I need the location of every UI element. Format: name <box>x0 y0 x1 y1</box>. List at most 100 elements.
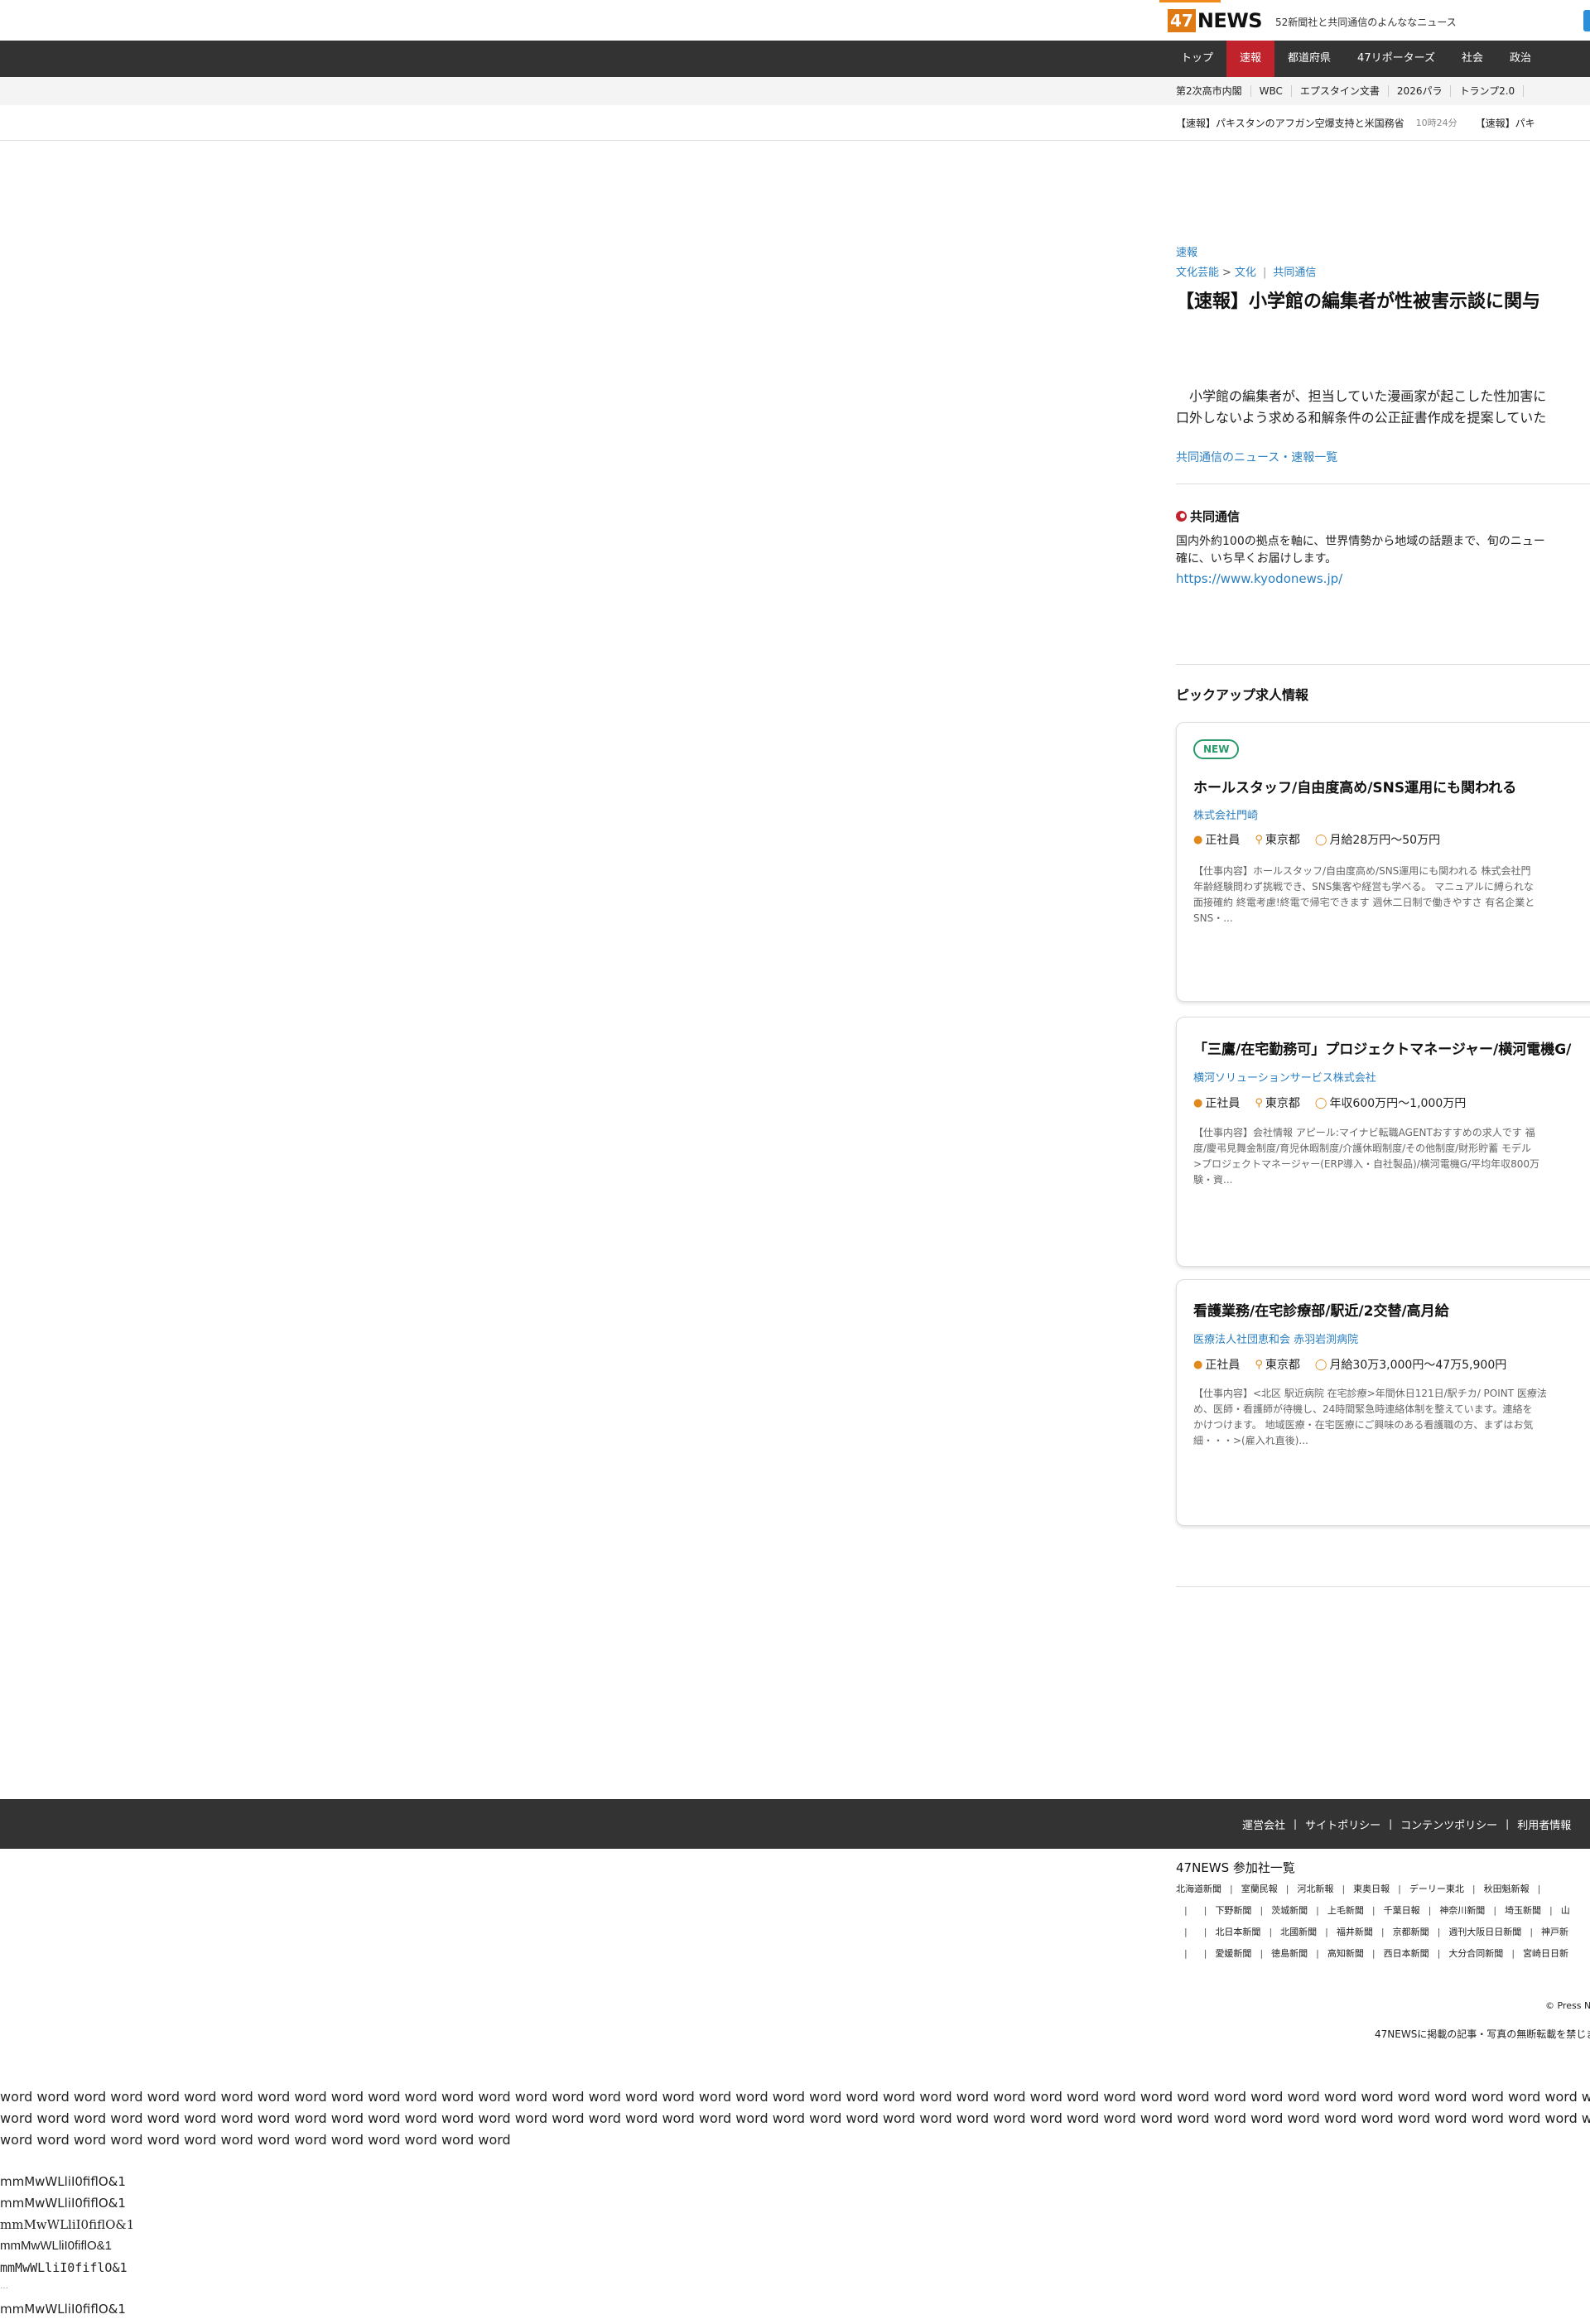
job-title[interactable]: 「三鷹/在宅勤務可」プロジェクトマネージャー/横河電機G/ <box>1193 1037 1571 1058</box>
paper-link[interactable]: 高知新聞 <box>1327 1948 1364 1959</box>
paper-link[interactable]: 室蘭民報 <box>1241 1884 1278 1894</box>
paper-link[interactable]: 北國新聞 <box>1280 1927 1317 1937</box>
job-card[interactable]: NEW ホールスタッフ/自由度高め/SNS運用にも関われる 株式会社門崎 ● 正社… <box>1176 722 1590 1002</box>
paper-link[interactable]: 下野新聞 <box>1215 1905 1251 1916</box>
topic-link[interactable]: WBC <box>1251 85 1292 97</box>
paper-link[interactable]: 東奥日報 <box>1353 1884 1390 1894</box>
glyph-sample: mmMwWLliI0fiflO&1 <box>0 2217 135 2232</box>
nav-item-prefectures[interactable]: 都道府県 <box>1274 41 1344 77</box>
papers-separator: | <box>1371 1948 1376 1959</box>
papers-separator: | <box>1493 1905 1497 1916</box>
kyodo-news-list-link[interactable]: 共同通信のニュース・速報一覧 <box>1176 449 1590 465</box>
main-nav: トップ 速報 都道府県 47リポーターズ 社会 政治 <box>0 41 1590 77</box>
paper-link[interactable]: 神奈川新聞 <box>1439 1905 1485 1916</box>
papers-separator: | <box>1549 1905 1553 1916</box>
job-salary: 月給28万円〜50万円 <box>1329 834 1441 847</box>
job-salary: 年収600万円〜1,000万円 <box>1329 1097 1467 1110</box>
papers-separator: | <box>1437 1948 1441 1959</box>
papers-list-title: 47NEWS 参加社一覧 <box>1176 1860 1295 1875</box>
article-source-link[interactable]: 共同通信 <box>1273 267 1316 279</box>
breadcrumb-item[interactable]: 文化 <box>1235 267 1256 279</box>
ticker-headline[interactable]: 【速報】パキ <box>1476 116 1535 130</box>
job-type: 正社員 <box>1205 834 1241 847</box>
job-type: 正社員 <box>1205 1097 1241 1110</box>
article-headline: 【速報】小学館の編集者が性被害示談に関与 <box>1176 291 1541 312</box>
divider <box>1176 1586 1590 1587</box>
nav-item-top[interactable]: トップ <box>1168 41 1226 77</box>
news-ticker: 【速報】パキスタンのアフガン空爆支持と米国務省 10時24分 【速報】パキ <box>0 105 1590 141</box>
papers-separator: | <box>1184 1927 1188 1937</box>
topic-link[interactable]: 2026パラ <box>1389 85 1452 97</box>
logo-text: NEWS <box>1197 9 1263 32</box>
glyph-sample: mmMwWLliI0fiflO&1 <box>0 2260 128 2275</box>
breadcrumb-item[interactable]: 文化芸能 <box>1176 267 1219 279</box>
nav-item-politics[interactable]: 政治 <box>1496 41 1544 77</box>
job-company: 横河ソリューションサービス株式会社 <box>1193 1072 1376 1085</box>
yen-icon: ◯ <box>1314 833 1327 846</box>
nav-item-breaking[interactable]: 速報 <box>1226 41 1275 77</box>
paper-link[interactable]: 週刊大阪日日新聞 <box>1448 1927 1521 1937</box>
paper-link[interactable]: 河北新報 <box>1297 1884 1333 1894</box>
job-title[interactable]: ホールスタッフ/自由度高め/SNS運用にも関われる <box>1193 776 1516 796</box>
person-icon: ● <box>1193 1096 1203 1109</box>
papers-separator: | <box>1530 1927 1534 1937</box>
papers-separator: | <box>1269 1927 1273 1937</box>
article-body-line: 小学館の編集者が、担当していた漫画家が起こした性加害に <box>1176 388 1547 404</box>
paper-link[interactable]: 福井新聞 <box>1337 1927 1373 1937</box>
article-body-line: 口外しないよう求める和解条件の公正証書作成を提案していた <box>1176 410 1547 426</box>
job-description: 【仕事内容】会社情報 アピール:マイナビ転職AGENTおすすめの求人です 福 度… <box>1193 1127 1540 1186</box>
paper-link[interactable]: 宮崎日日新 <box>1523 1948 1568 1959</box>
papers-separator: | <box>1285 1884 1289 1894</box>
paper-link[interactable]: 茨城新聞 <box>1271 1905 1308 1916</box>
footer-link-site-policy[interactable]: サイトポリシー <box>1297 1816 1389 1832</box>
kyodo-description: 国内外約100の拠点を軸に、世界情勢から地域の話題まで、旬のニュー 確に、いち早… <box>1176 533 1590 568</box>
ticker-headline[interactable]: 【速報】パキスタンのアフガン空爆支持と米国務省 <box>1176 116 1404 130</box>
paper-link[interactable]: 徳島新聞 <box>1271 1948 1308 1959</box>
job-card[interactable]: 看護業務/在宅診療部/駅近/2交替/高月給 医療法人社団恵和会 赤羽岩渕病院 ●… <box>1176 1279 1590 1526</box>
filler-line: word word word word word word word word … <box>0 2089 1590 2105</box>
job-salary: 月給30万3,000円〜47万5,900円 <box>1329 1359 1507 1372</box>
paper-link[interactable]: 北日本新聞 <box>1215 1927 1260 1937</box>
paper-link[interactable]: デーリー東北 <box>1409 1884 1464 1894</box>
papers-separator: | <box>1537 1884 1541 1894</box>
topic-link[interactable]: エプスタイン文書 <box>1292 85 1389 97</box>
papers-row: | | 愛媛新聞 | 徳島新聞 | 高知新聞 | 西日本新聞 | 大分合同新聞 | 宮崎日日新 <box>1176 1946 1568 1960</box>
paper-link[interactable]: 愛媛新聞 <box>1215 1948 1251 1959</box>
location-pin-icon: ⚲ <box>1255 833 1263 846</box>
topic-link[interactable]: トランプ2.0 <box>1451 85 1525 97</box>
footer-link-company[interactable]: 運営会社 <box>1234 1816 1294 1832</box>
footer-link-user-info[interactable]: 利用者情報 <box>1509 1816 1579 1832</box>
kyodo-description-line: 国内外約100の拠点を軸に、世界情勢から地域の話題まで、旬のニュー <box>1176 535 1545 548</box>
papers-separator: | <box>1230 1884 1233 1894</box>
job-title[interactable]: 看護業務/在宅診療部/駅近/2交替/高月給 <box>1193 1299 1449 1320</box>
papers-separator: | <box>1316 1905 1319 1916</box>
papers-separator: | <box>1203 1927 1207 1937</box>
paper-link[interactable]: 秋田魁新報 <box>1484 1884 1530 1894</box>
job-card[interactable]: 「三鷹/在宅勤務可」プロジェクトマネージャー/横河電機G/ 横河ソリューションサ… <box>1176 1017 1590 1267</box>
paper-link[interactable]: 山 <box>1561 1905 1570 1916</box>
location-pin-icon: ⚲ <box>1255 1096 1263 1109</box>
glyph-sample: mmMwWLliI0fiflO&1 <box>0 2302 126 2317</box>
paper-link[interactable]: 千葉日報 <box>1384 1905 1420 1916</box>
site-header: 47 NEWS 52新聞社と共同通信のよんななニュース <box>0 0 1590 41</box>
paper-link[interactable]: 西日本新聞 <box>1384 1948 1429 1959</box>
paper-link[interactable]: 北海道新聞 <box>1176 1884 1221 1894</box>
paper-link[interactable]: 大分合同新聞 <box>1448 1948 1503 1959</box>
header-menu-button[interactable] <box>1583 10 1590 31</box>
paper-link[interactable]: 京都新聞 <box>1393 1927 1429 1937</box>
kyodo-title: 共同通信 <box>1176 508 1590 525</box>
kyodo-url-link[interactable]: https://www.kyodonews.jp/ <box>1176 571 1590 586</box>
job-description: 【仕事内容】ホールスタッフ/自由度高め/SNS運用にも関われる 株式会社門 年齢… <box>1193 865 1535 924</box>
article-category-link[interactable]: 速報 <box>1176 243 1590 259</box>
topic-link[interactable]: 第2次高市内閣 <box>1168 85 1251 97</box>
job-location: 東京都 <box>1265 834 1300 847</box>
nav-item-society[interactable]: 社会 <box>1448 41 1496 77</box>
footer-link-content-policy[interactable]: コンテンツポリシー <box>1392 1816 1506 1832</box>
papers-separator: | <box>1203 1948 1207 1959</box>
paper-link[interactable]: 上毛新聞 <box>1327 1905 1364 1916</box>
paper-link[interactable]: 埼玉新聞 <box>1505 1905 1541 1916</box>
nav-item-47reporters[interactable]: 47リポーターズ <box>1344 41 1448 77</box>
site-logo[interactable]: 47 NEWS <box>1168 8 1263 33</box>
paper-link[interactable]: 神戸新 <box>1541 1927 1568 1937</box>
papers-separator: | <box>1511 1948 1515 1959</box>
